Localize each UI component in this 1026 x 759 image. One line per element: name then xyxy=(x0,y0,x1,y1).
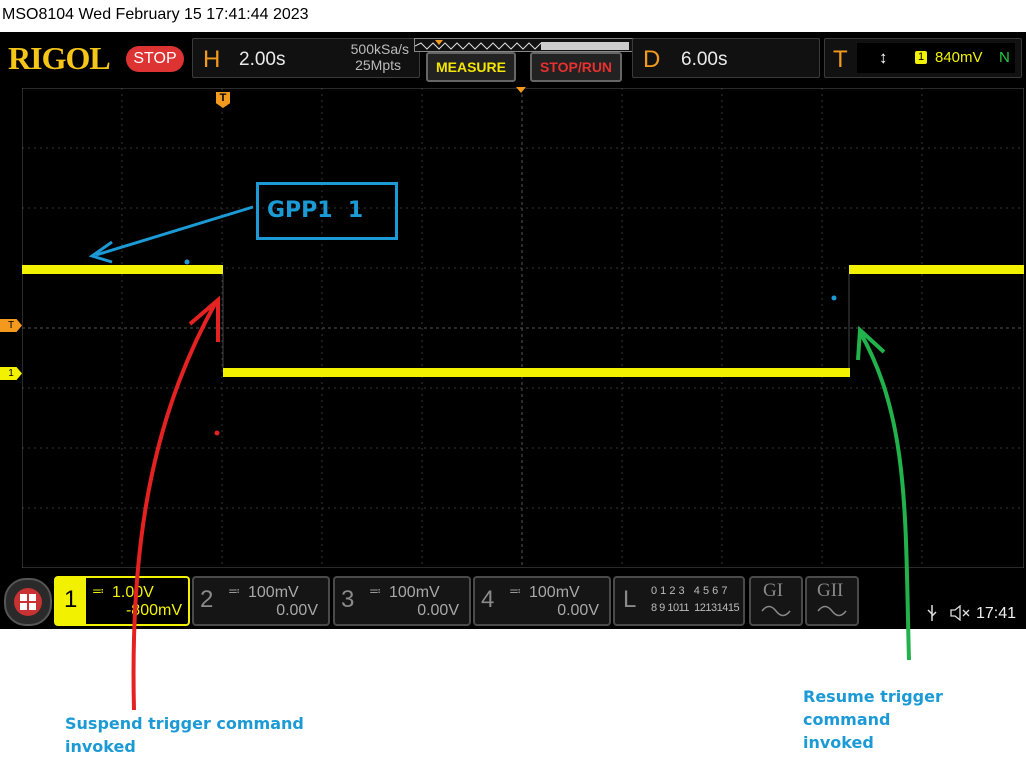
blue-arrow xyxy=(88,205,254,264)
red-arrow xyxy=(131,295,220,711)
green-arrow xyxy=(856,325,911,661)
resume-annotation-line-2: invoked xyxy=(803,733,874,752)
resume-annotation-line-1: Resume trigger command xyxy=(803,687,943,729)
suspend-annotation-line-2: invoked xyxy=(65,737,136,756)
suspend-annotation: Suspend trigger command invoked xyxy=(65,712,304,758)
annotation-arrows xyxy=(88,205,911,711)
suspend-annotation-line-1: Suspend trigger command xyxy=(65,714,304,733)
resume-annotation: Resume trigger command invoked xyxy=(803,685,1026,754)
